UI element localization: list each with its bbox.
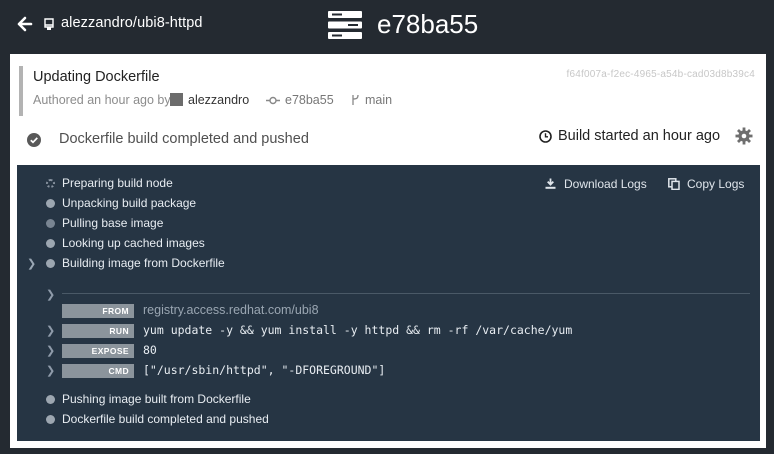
log-step[interactable]: Dockerfile build completed and pushed	[17, 411, 537, 429]
author-link[interactable]: alezzandro	[188, 93, 249, 107]
step-name[interactable]: Building image from Dockerfile	[62, 256, 225, 270]
step-name[interactable]: Looking up cached images	[62, 236, 205, 250]
back-arrow-icon[interactable]	[17, 15, 33, 33]
dockerfile-command-row[interactable]: ❯ CMD ["/usr/sbin/httpd", "-DFOREGROUND"…	[17, 362, 757, 380]
commit-title: Updating Dockerfile	[33, 69, 160, 85]
step-status-icon	[46, 199, 55, 208]
log-divider	[62, 293, 750, 294]
build-started-text: Build started an hour ago	[558, 128, 721, 144]
command-text: registry.access.redhat.com/ubi8	[143, 303, 319, 317]
step-status-icon	[46, 239, 55, 248]
branch-icon	[352, 94, 359, 105]
command-text: ["/usr/sbin/httpd", "-DFOREGROUND"]	[143, 363, 386, 377]
log-step-expanded[interactable]: ❯ Building image from Dockerfile	[17, 255, 537, 273]
step-status-icon	[46, 415, 55, 424]
step-name[interactable]: Pushing image built from Dockerfile	[62, 392, 251, 406]
download-icon	[545, 178, 556, 189]
build-status-text: Dockerfile build completed and pushed	[59, 131, 309, 147]
command-text: yum update -y && yum install -y httpd &&…	[143, 323, 573, 337]
command-badge: CMD	[62, 364, 134, 378]
step-name[interactable]: Preparing build node	[62, 176, 173, 190]
log-step[interactable]: Looking up cached images	[17, 235, 537, 253]
step-name[interactable]: Pulling base image	[62, 216, 163, 230]
command-badge: EXPOSE	[62, 344, 134, 358]
chevron-right-icon[interactable]: ❯	[46, 344, 55, 357]
command-badge: RUN	[62, 324, 134, 338]
author-avatar	[170, 93, 183, 106]
log-step[interactable]: Pulling base image	[17, 215, 537, 233]
step-name[interactable]: Unpacking build package	[62, 196, 196, 210]
commit-info: Updating Dockerfile f64f007a-f2ec-4965-a…	[19, 66, 763, 116]
build-details-card: Updating Dockerfile f64f007a-f2ec-4965-a…	[10, 54, 766, 448]
chevron-right-icon[interactable]: ❯	[46, 288, 58, 301]
chevron-right-icon[interactable]: ❯	[46, 324, 55, 337]
build-id-title: e78ba55	[377, 9, 479, 39]
dockerfile-command-row[interactable]: ❯ RUN yum update -y && yum install -y ht…	[17, 322, 757, 340]
build-uuid: f64f007a-f2ec-4965-a54b-cad03d8b39c4	[566, 69, 755, 80]
step-status-icon	[46, 395, 55, 404]
dockerfile-command-row[interactable]: ❯ EXPOSE 80	[17, 342, 757, 360]
authored-label: Authored an hour ago by	[33, 93, 171, 107]
repository-icon	[44, 18, 54, 30]
chevron-down-icon[interactable]: ❯	[27, 257, 36, 270]
branch-link[interactable]: main	[365, 93, 392, 107]
gear-icon[interactable]	[735, 127, 753, 145]
check-circle-icon	[27, 133, 41, 147]
commit-sha-link[interactable]: e78ba55	[285, 93, 334, 107]
copy-icon	[668, 178, 680, 190]
command-text: 80	[143, 343, 157, 357]
log-step[interactable]: Pushing image built from Dockerfile	[17, 391, 537, 409]
clock-icon	[539, 130, 552, 143]
build-icon	[328, 11, 362, 39]
build-log-panel: Download Logs Copy Logs Preparing build …	[17, 165, 760, 441]
step-status-icon	[46, 219, 55, 228]
dockerfile-command-row: FROM registry.access.redhat.com/ubi8	[17, 302, 757, 320]
copy-logs-label: Copy Logs	[687, 177, 745, 191]
log-step[interactable]: Unpacking build package	[17, 195, 537, 213]
chevron-right-icon[interactable]: ❯	[46, 364, 55, 377]
log-step[interactable]: Preparing build node	[17, 175, 537, 193]
commit-icon	[266, 96, 280, 105]
step-status-icon	[46, 179, 55, 188]
repository-link[interactable]: alezzandro/ubi8-httpd	[61, 15, 203, 31]
top-bar: alezzandro/ubi8-httpd e78ba55	[0, 0, 774, 52]
download-logs-label: Download Logs	[564, 177, 647, 191]
build-status-row: Dockerfile build completed and pushed Bu…	[25, 127, 760, 154]
command-badge: FROM	[62, 304, 134, 318]
step-name[interactable]: Dockerfile build completed and pushed	[62, 412, 269, 426]
step-status-icon	[46, 259, 55, 268]
